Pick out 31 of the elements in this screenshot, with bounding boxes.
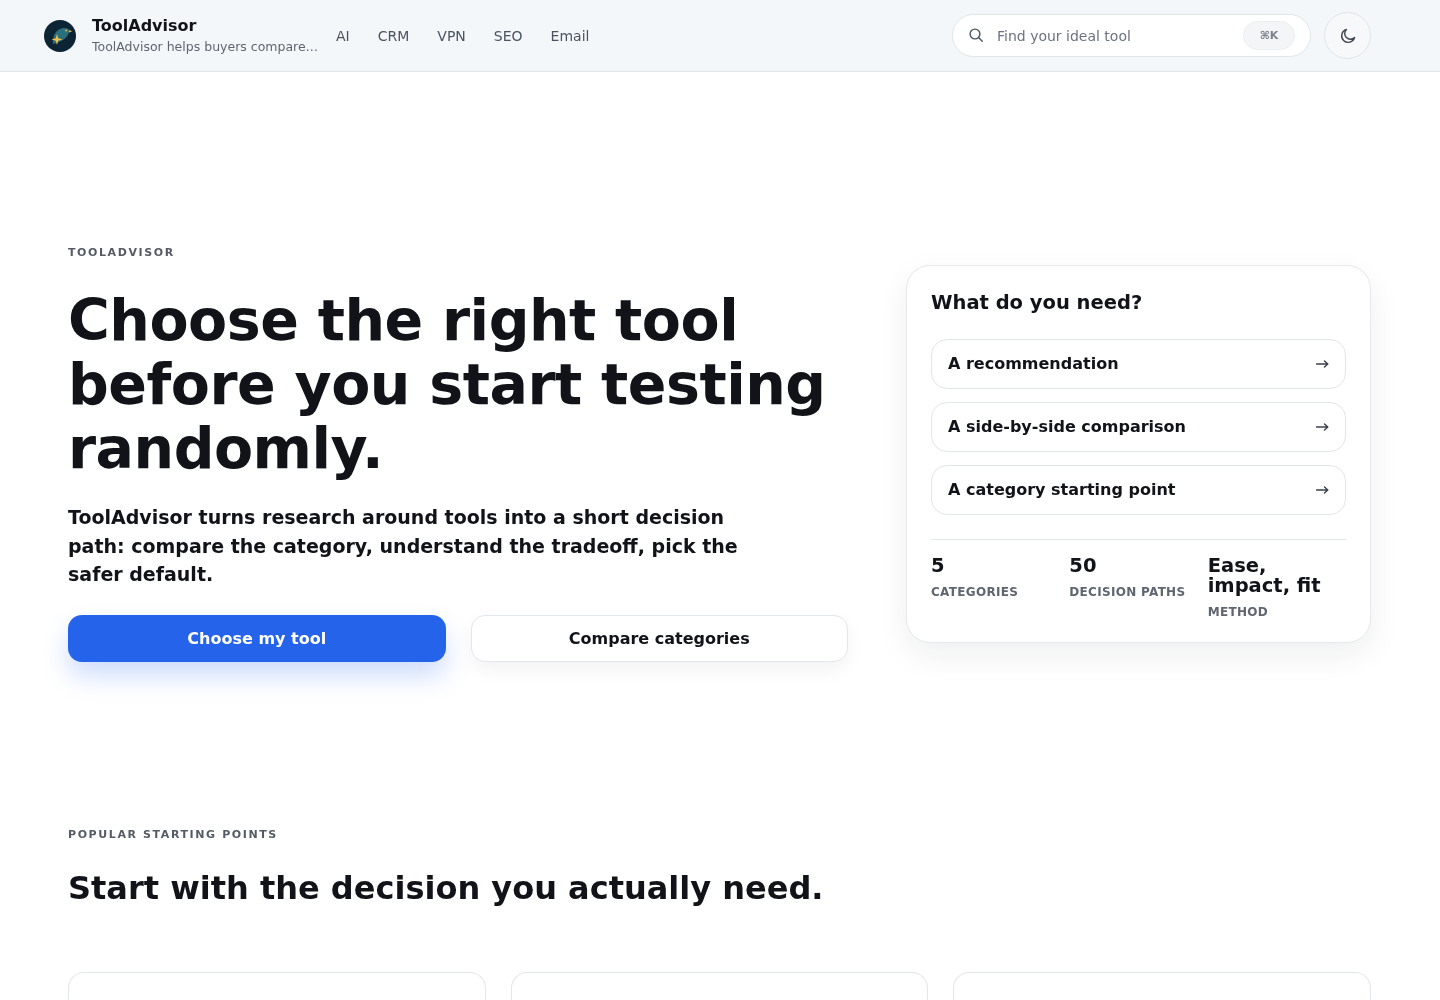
nav-link[interactable]: Email (550, 25, 590, 46)
stat-value: 50 (1069, 555, 1098, 576)
search-icon (969, 28, 983, 42)
section-eyebrow: POPULAR STARTING POINTS (68, 827, 279, 842)
brand-tagline: ToolAdvisor helps buyers compare… (92, 37, 318, 56)
nav-link[interactable]: SEO (493, 25, 523, 46)
moon-icon (1339, 27, 1356, 44)
nav-link[interactable]: CRM (377, 25, 410, 46)
stat-label: METHOD (1207, 603, 1269, 620)
arrow-right-icon (1316, 359, 1329, 368)
stat-value: 5 (931, 555, 946, 576)
stat-label: DECISION PATHS (1069, 583, 1187, 600)
nav-link[interactable]: AI (336, 25, 350, 46)
logo-icon (44, 19, 76, 52)
stat-value: Ease, impact, fit (1207, 555, 1322, 596)
hero-description: ToolAdvisor turns research around tools into a short decision path: compare the category, understand the tradeoff, pick the safer default. (68, 505, 739, 587)
panel-title: What do you need? (931, 290, 1144, 315)
primary-button[interactable]: Choose my tool (68, 614, 446, 662)
secondary-button[interactable]: Compare categories (470, 614, 848, 662)
nav-link[interactable]: VPN (437, 25, 466, 46)
brand-name: ToolAdvisor (92, 15, 198, 36)
option-button[interactable]: A side-by-side comparison (931, 401, 1346, 452)
arrow-right-icon (1316, 422, 1329, 431)
arrow-right-icon (1316, 485, 1329, 494)
stat-label: CATEGORIES (931, 583, 1020, 600)
section-eyebrow: TOOLADVISOR (68, 246, 176, 260)
hero-headline: Choose the right tool before you start testing randomly. (68, 288, 827, 480)
theme-toggle-button[interactable] (1324, 12, 1371, 59)
section-heading: Start with the decision you actually need. (68, 867, 825, 908)
option-button[interactable]: A recommendation (931, 338, 1346, 389)
option-button[interactable]: A category starting point (931, 464, 1346, 515)
